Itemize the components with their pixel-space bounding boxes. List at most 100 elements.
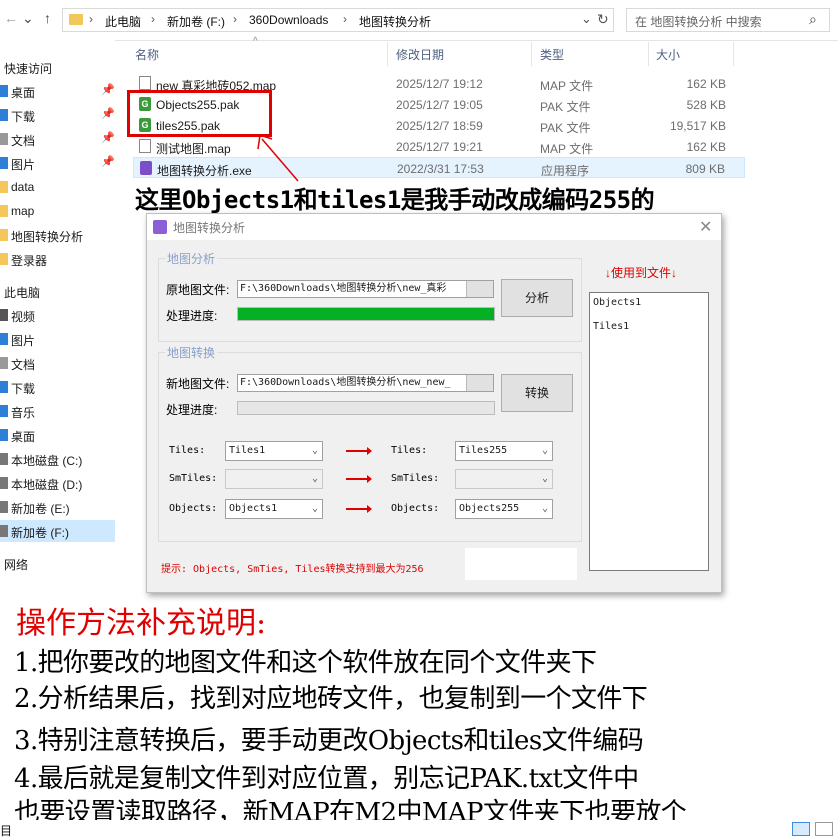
browse-button[interactable] (466, 375, 493, 391)
used-files-list[interactable]: Objects1 Tiles1 (589, 292, 709, 571)
convert-button[interactable]: 转换 (501, 374, 573, 412)
chevron-down-icon[interactable]: ⌄ (581, 11, 592, 27)
file-row[interactable]: 测试地图.map 2025/12/7 19:21 MAP 文件 162 KB (133, 136, 745, 157)
objects-to-select[interactable]: Objects255 ⌄ (455, 499, 553, 519)
file-row-selected[interactable]: 地图转换分析.exe 2022/3/31 17:53 应用程序 809 KB (133, 157, 745, 178)
pin-icon: 📌 (101, 156, 115, 168)
search-placeholder: 在 地图转换分析 中搜索 (635, 15, 762, 29)
tiles-view-icon[interactable] (815, 822, 833, 836)
nav-item-drive-d[interactable]: 本地磁盘 (D:) (0, 472, 115, 494)
breadcrumb[interactable]: › 此电脑 › 新加卷 (F:) › 360Downloads › 地图转换分析… (62, 8, 614, 32)
instructions-title: 操作方法补充说明: (16, 606, 267, 641)
search-input[interactable]: 在 地图转换分析 中搜索 ⌕ (626, 8, 830, 32)
nav-item-data[interactable]: data (0, 176, 115, 198)
crumb-drive-f[interactable]: 新加卷 (F:) (167, 13, 225, 30)
nav-item-pc-downloads[interactable]: 下载 (0, 376, 115, 398)
analyze-button[interactable]: 分析 (501, 279, 573, 317)
orig-file-field[interactable]: F:\360Downloads\地图转换分析\new_真彩 (237, 280, 494, 298)
nav-item-pictures[interactable]: 图片 📌 (0, 152, 115, 174)
chevron-down-icon: ⌄ (541, 445, 548, 456)
group-title: 地图分析 (165, 250, 218, 267)
new-file-field[interactable]: F:\360Downloads\地图转换分析\new_new_ (237, 374, 494, 392)
refresh-icon[interactable]: ↻ (597, 11, 609, 28)
tiles-to-select[interactable]: Tiles255 ⌄ (455, 441, 553, 461)
file-name: 测试地图.map (156, 142, 231, 156)
select-value: Objects1 (229, 503, 278, 514)
document-icon (0, 133, 8, 145)
annotation-arrow-icon (257, 134, 299, 182)
nav-label: 本地磁盘 (C:) (11, 454, 83, 468)
details-view-icon[interactable] (792, 822, 810, 836)
search-icon: ⌕ (809, 11, 817, 27)
nav-item-map[interactable]: map (0, 200, 115, 222)
crumb-current-folder[interactable]: 地图转换分析 (359, 13, 431, 30)
instruction-line: 1.把你要改的地图文件和这个软件放在同个文件夹下 (14, 648, 597, 678)
file-size: 528 KB (686, 98, 726, 112)
nav-item-launcher[interactable]: 登录器 (0, 248, 115, 270)
pin-icon: 📌 (101, 84, 115, 96)
instruction-line: 4.最后就是复制文件到对应位置，别忘记PAK.txt文件中 (14, 764, 639, 794)
objects-to-label: Objects: (391, 503, 440, 514)
file-date: 2025/12/7 19:05 (396, 98, 483, 112)
nav-label: 图片 (11, 158, 36, 172)
picture-icon (0, 157, 8, 169)
nav-quick-access[interactable]: 快速访问 (0, 56, 115, 78)
crumb-360downloads[interactable]: 360Downloads (249, 13, 328, 27)
convert-progress-bar (237, 401, 495, 415)
nav-item-pc-pictures[interactable]: 图片 (0, 328, 115, 350)
nav-item-drive-f[interactable]: 新加卷 (F:) (0, 520, 115, 542)
nav-item-documents[interactable]: 文档 📌 (0, 128, 115, 150)
list-item[interactable]: Objects1 (593, 297, 641, 308)
nav-label: 下载 (11, 110, 36, 124)
arrow-left-icon[interactable]: ← (4, 10, 18, 26)
column-header-name[interactable]: 名称 (135, 46, 159, 63)
nav-label: 下载 (11, 382, 36, 396)
tiles-label: Tiles: (169, 445, 206, 456)
music-icon (0, 405, 8, 417)
chevron-down-icon[interactable]: ⌄ (22, 10, 34, 27)
file-size: 162 KB (686, 77, 726, 91)
pin-icon: 📌 (101, 108, 115, 120)
nav-label: 文档 (11, 358, 36, 372)
nav-network[interactable]: 网络 (0, 552, 115, 574)
nav-label: 网络 (4, 558, 29, 572)
arrow-up-icon[interactable]: ↑ (44, 10, 51, 26)
nav-item-drive-c[interactable]: 本地磁盘 (C:) (0, 448, 115, 470)
download-icon (0, 109, 8, 121)
nav-item-desktop[interactable]: 桌面 📌 (0, 80, 115, 102)
nav-item-pc-desktop[interactable]: 桌面 (0, 424, 115, 446)
instruction-line: 3.特别注意转换后，要手动更改Objects和tiles文件编码 (14, 726, 644, 756)
nav-item-map-convert[interactable]: 地图转换分析 (0, 224, 115, 246)
file-size: 162 KB (686, 140, 726, 154)
nav-item-drive-e[interactable]: 新加卷 (E:) (0, 496, 115, 518)
chevron-down-icon: ⌄ (311, 445, 318, 456)
objects-from-select[interactable]: Objects1 ⌄ (225, 499, 323, 519)
column-header-date[interactable]: 修改日期 (396, 46, 444, 63)
nav-item-music[interactable]: 音乐 (0, 400, 115, 422)
file-size: 809 KB (685, 162, 725, 176)
crumb-this-pc[interactable]: 此电脑 (105, 13, 141, 30)
nav-item-pc-documents[interactable]: 文档 (0, 352, 115, 374)
select-value: Tiles1 (229, 445, 266, 456)
nav-label: data (11, 180, 35, 194)
smtiles-to-select[interactable]: ⌄ (455, 469, 553, 489)
select-value: Tiles255 (459, 445, 508, 456)
nav-label: 登录器 (11, 254, 48, 268)
nav-item-downloads[interactable]: 下载 📌 (0, 104, 115, 126)
arrow-right-icon (346, 505, 372, 513)
tiles-from-select[interactable]: Tiles1 ⌄ (225, 441, 323, 461)
progress-label: 处理进度: (166, 309, 218, 323)
new-file-path: F:\360Downloads\地图转换分析\new_new_ (240, 377, 451, 388)
progress-label: 处理进度: (166, 403, 218, 417)
column-header-size[interactable]: 大小 (656, 46, 680, 63)
close-icon[interactable]: ✕ (699, 217, 712, 237)
smtiles-to-label: SmTiles: (391, 473, 440, 484)
progress-fill (238, 308, 494, 320)
browse-button[interactable] (466, 281, 493, 297)
nav-this-pc[interactable]: 此电脑 (0, 280, 115, 302)
list-item[interactable]: Tiles1 (593, 321, 629, 332)
column-header-type[interactable]: 类型 (540, 46, 564, 63)
orig-file-path: F:\360Downloads\地图转换分析\new_真彩 (240, 283, 447, 294)
nav-item-videos[interactable]: 视频 (0, 304, 115, 326)
smtiles-from-select[interactable]: ⌄ (225, 469, 323, 489)
